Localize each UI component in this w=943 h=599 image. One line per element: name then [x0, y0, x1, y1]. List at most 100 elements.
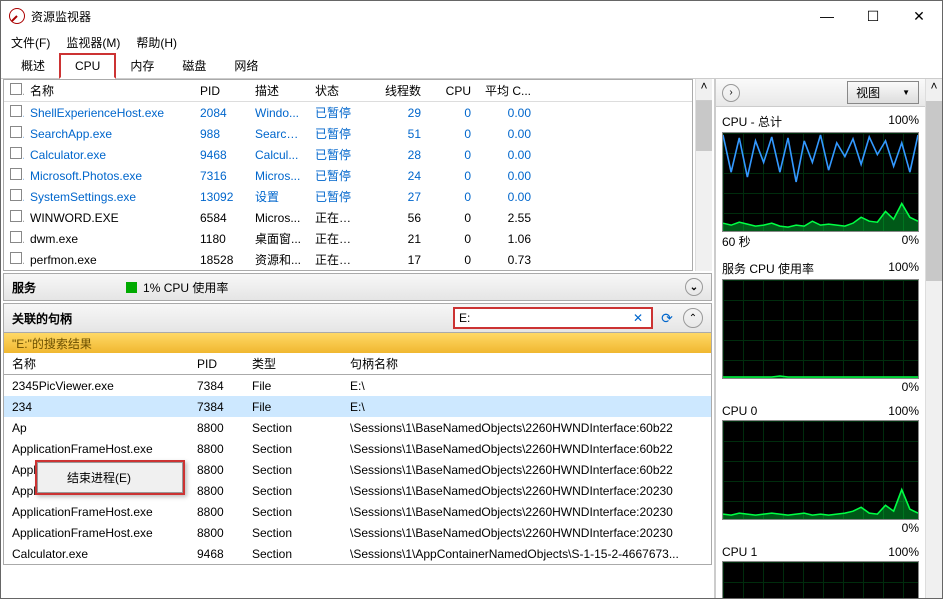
- row-checkbox[interactable]: [10, 126, 22, 138]
- row-checkbox[interactable]: [10, 252, 22, 264]
- process-scrollbar[interactable]: ˄: [695, 79, 712, 271]
- collapse-charts-icon[interactable]: ›: [722, 84, 740, 102]
- process-row[interactable]: perfmon.exe 18528 资源和... 正在运行 17 0 0.73: [4, 249, 692, 270]
- handle-type: Section: [244, 547, 342, 561]
- proc-status: 已暂停: [309, 104, 367, 121]
- services-header[interactable]: 服务 1% CPU 使用率 ⌄: [3, 273, 712, 301]
- process-columns: 名称 PID 描述 状态 线程数 CPU 平均 C...: [4, 80, 692, 102]
- menu-help[interactable]: 帮助(H): [132, 32, 181, 53]
- process-row[interactable]: WINWORD.EXE 6584 Micros... 正在运行 56 0 2.5…: [4, 207, 692, 228]
- col-desc[interactable]: 描述: [249, 82, 309, 99]
- collapse-handles-icon[interactable]: ⌃: [683, 308, 703, 328]
- col-pid[interactable]: PID: [194, 84, 249, 98]
- proc-cpu: 0: [427, 127, 477, 141]
- tab-cpu[interactable]: CPU: [59, 53, 116, 79]
- handle-type: Section: [244, 442, 342, 456]
- proc-desc: 设置: [249, 188, 309, 205]
- handle-row[interactable]: 234 7384 File E:\: [4, 396, 711, 417]
- row-checkbox[interactable]: [10, 168, 22, 180]
- process-row[interactable]: SystemSettings.exe 13092 设置 已暂停 27 0 0.0…: [4, 186, 692, 207]
- handle-path: \Sessions\1\BaseNamedObjects\2260HWNDInt…: [342, 442, 711, 456]
- handles-search-box[interactable]: ✕: [453, 307, 653, 329]
- tab-disk[interactable]: 磁盘: [168, 53, 220, 78]
- chart-title: CPU 1: [722, 545, 757, 559]
- chart-foot-left: 60 秒: [722, 233, 751, 250]
- handle-path: \Sessions\1\BaseNamedObjects\2260HWNDInt…: [342, 463, 711, 477]
- chart-title: CPU - 总计: [722, 113, 782, 130]
- handles-search-input[interactable]: [459, 311, 629, 325]
- hcol-pid[interactable]: PID: [189, 357, 244, 371]
- proc-desc: Micros...: [249, 211, 309, 225]
- tab-overview[interactable]: 概述: [7, 53, 59, 78]
- right-scrollbar[interactable]: ˄: [925, 79, 942, 598]
- handle-path: E:\: [342, 400, 711, 414]
- expand-services-icon[interactable]: ⌄: [685, 278, 703, 296]
- view-dropdown[interactable]: 视图: [847, 81, 919, 104]
- hcol-handlename[interactable]: 句柄名称: [342, 355, 711, 372]
- handle-path: \Sessions\1\BaseNamedObjects\2260HWNDInt…: [342, 526, 711, 540]
- hcol-type[interactable]: 类型: [244, 355, 342, 372]
- proc-status: 已暂停: [309, 188, 367, 205]
- chart-canvas: [722, 279, 919, 379]
- proc-threads: 51: [367, 127, 427, 141]
- left-pane: 名称 PID 描述 状态 线程数 CPU 平均 C... ShellExperi…: [1, 79, 715, 598]
- handle-row[interactable]: ApplicationFrameHost.exe 8800 Section \S…: [4, 501, 711, 522]
- process-row[interactable]: SearchApp.exe 988 Search... 已暂停 51 0 0.0…: [4, 123, 692, 144]
- proc-cpu: 0: [427, 169, 477, 183]
- handle-row[interactable]: ApplicationFrameHost.exe 8800 Section \S…: [4, 438, 711, 459]
- col-checkbox[interactable]: [4, 83, 24, 98]
- col-name[interactable]: 名称: [24, 82, 194, 99]
- chart-canvas: [722, 132, 919, 232]
- handle-row[interactable]: ApplicationFrameHost.exe 8800 Section \S…: [4, 522, 711, 543]
- proc-status: 已暂停: [309, 167, 367, 184]
- handle-pid: 8800: [189, 484, 244, 498]
- proc-avg: 0.00: [477, 127, 537, 141]
- chart-foot-right: 0%: [902, 380, 919, 394]
- close-button[interactable]: ✕: [896, 1, 942, 31]
- handle-name: ApplicationFrameHost.exe: [4, 442, 189, 456]
- proc-avg: 0.73: [477, 253, 537, 267]
- tab-memory[interactable]: 内存: [116, 53, 168, 78]
- handle-pid: 8800: [189, 421, 244, 435]
- handle-row[interactable]: Calculator.exe 9468 Section \Sessions\1\…: [4, 543, 711, 564]
- ctx-end-process[interactable]: 结束进程(E): [39, 464, 181, 491]
- tab-network[interactable]: 网络: [220, 53, 272, 78]
- menu-monitor[interactable]: 监视器(M): [62, 32, 124, 53]
- services-usage: 1% CPU 使用率: [143, 279, 228, 296]
- menu-file[interactable]: 文件(F): [7, 32, 54, 53]
- handle-row[interactable]: 2345PicViewer.exe 7384 File E:\: [4, 375, 711, 396]
- row-checkbox[interactable]: [10, 105, 22, 117]
- search-results-bar: "E:"的搜索结果: [3, 333, 712, 353]
- col-status[interactable]: 状态: [309, 82, 367, 99]
- row-checkbox[interactable]: [10, 231, 22, 243]
- proc-threads: 56: [367, 211, 427, 225]
- process-row[interactable]: Calculator.exe 9468 Calcul... 已暂停 28 0 0…: [4, 144, 692, 165]
- clear-search-icon[interactable]: ✕: [629, 311, 647, 325]
- minimize-button[interactable]: ―: [804, 1, 850, 31]
- handle-pid: 8800: [189, 505, 244, 519]
- chart-max: 100%: [888, 404, 919, 418]
- maximize-button[interactable]: ☐: [850, 1, 896, 31]
- process-row[interactable]: dwm.exe 1180 桌面窗... 正在运行 21 0 1.06: [4, 228, 692, 249]
- hcol-name[interactable]: 名称: [4, 355, 189, 372]
- process-row[interactable]: ShellExperienceHost.exe 2084 Windo... 已暂…: [4, 102, 692, 123]
- handles-title: 关联的句柄: [12, 310, 72, 327]
- row-checkbox[interactable]: [10, 210, 22, 222]
- col-cpu[interactable]: CPU: [427, 84, 477, 98]
- chart-block: CPU 0100% 0%: [722, 402, 919, 539]
- handle-row[interactable]: Ap 8800 Section \Sessions\1\BaseNamedObj…: [4, 417, 711, 438]
- col-avg[interactable]: 平均 C...: [477, 82, 537, 99]
- handle-name: Ap: [4, 421, 189, 435]
- handle-path: \Sessions\1\BaseNamedObjects\2260HWNDInt…: [342, 505, 711, 519]
- handle-name: 2345PicViewer.exe: [4, 379, 189, 393]
- proc-name: SystemSettings.exe: [24, 190, 194, 204]
- proc-pid: 7316: [194, 169, 249, 183]
- row-checkbox[interactable]: [10, 147, 22, 159]
- row-checkbox[interactable]: [10, 189, 22, 201]
- col-threads[interactable]: 线程数: [367, 82, 427, 99]
- proc-desc: Calcul...: [249, 148, 309, 162]
- process-row[interactable]: Microsoft.Photos.exe 7316 Micros... 已暂停 …: [4, 165, 692, 186]
- proc-status: 正在运行: [309, 209, 367, 226]
- chart-title: 服务 CPU 使用率: [722, 260, 814, 277]
- refresh-icon[interactable]: ⟳: [657, 308, 677, 328]
